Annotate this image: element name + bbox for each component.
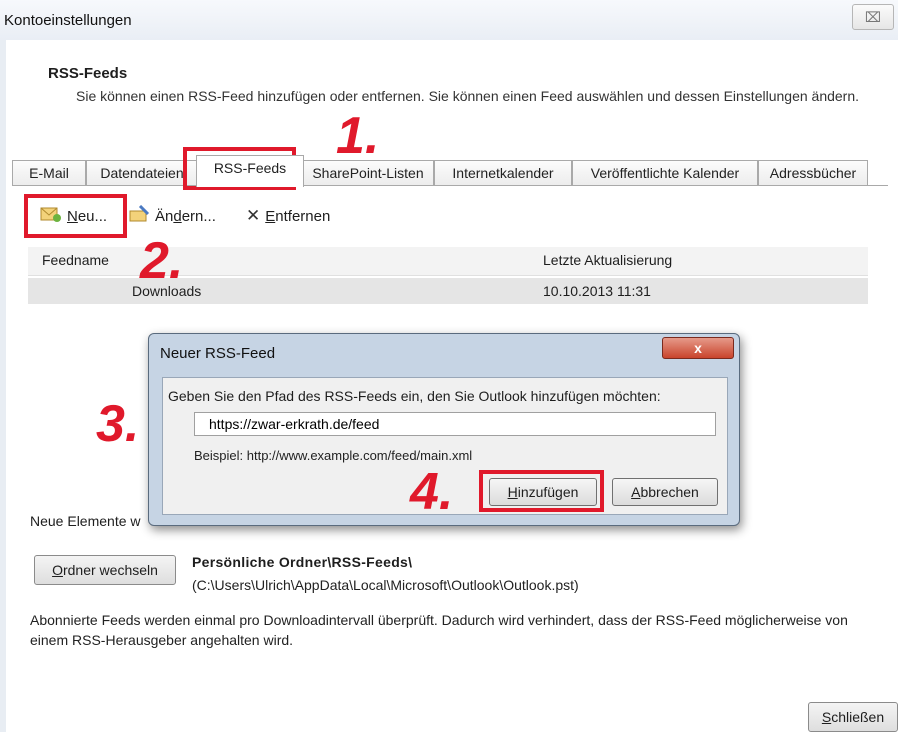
tab-internet-calendars[interactable]: Internetkalender — [434, 160, 572, 186]
change-access-key: d — [173, 207, 182, 225]
column-header-feedname[interactable]: Feedname — [42, 252, 109, 268]
close-access-key: S — [821, 709, 832, 725]
change-label: ern... — [181, 207, 216, 225]
add-label: inzufügen — [517, 484, 579, 500]
tab-data-files[interactable]: Datendateien — [86, 160, 198, 186]
annotation-step-2: 2. — [140, 232, 184, 290]
window-left-border — [0, 40, 6, 732]
cancel-label: bbrechen — [640, 484, 699, 500]
tab-divider — [12, 185, 888, 186]
cancel-button[interactable]: Abbrechen — [612, 478, 718, 506]
annotation-step-1: 1. — [336, 107, 380, 165]
change-folder-label: rdner wechseln — [62, 562, 158, 578]
column-header-last-update[interactable]: Letzte Aktualisierung — [543, 252, 672, 268]
remove-access-key: E — [265, 207, 276, 225]
delivery-folder-path: (C:\Users\Ulrich\AppData\Local\Microsoft… — [192, 577, 579, 593]
info-text: Abonnierte Feeds werden einmal pro Downl… — [30, 612, 848, 648]
annotation-step-4: 4. — [410, 463, 454, 521]
tab-published-calendars[interactable]: Veröffentlichte Kalender — [572, 160, 758, 186]
tab-rss-feeds[interactable]: RSS-Feeds — [196, 155, 304, 187]
add-access-key: H — [507, 484, 518, 500]
dialog-prompt: Geben Sie den Pfad des RSS-Feeds ein, de… — [168, 388, 661, 404]
tab-address-books[interactable]: Adressbücher — [758, 160, 868, 186]
change-folder-button[interactable]: Ordner wechseln — [34, 555, 176, 585]
change-feed-button[interactable]: Ändern... — [128, 203, 216, 229]
delete-x-icon: ✕ — [246, 206, 261, 225]
remove-label: ntfernen — [275, 207, 331, 225]
new-label: eu... — [77, 207, 108, 225]
section-title: RSS-Feeds — [48, 65, 128, 82]
delivery-folder-name: Persönliche Ordner\RSS-Feeds\ — [192, 554, 413, 570]
window-titlebar — [0, 0, 898, 40]
window-title: Kontoeinstellungen — [4, 12, 132, 29]
new-feed-icon — [40, 205, 62, 227]
new-feed-button[interactable]: Neu... — [40, 203, 107, 229]
change-feed-icon — [128, 204, 150, 227]
new-access-key: N — [67, 207, 78, 225]
dialog-title: Neuer RSS-Feed — [160, 345, 276, 362]
section-description: Sie können einen RSS-Feed hinzufügen ode… — [76, 88, 860, 104]
feed-updated-cell: 10.10.2013 11:31 — [543, 283, 651, 299]
dialog-close-button[interactable]: x — [662, 337, 734, 359]
example-text: Beispiel: http://www.example.com/feed/ma… — [194, 448, 473, 463]
annotation-step-3: 3. — [96, 395, 140, 453]
tab-email[interactable]: E-Mail — [12, 160, 86, 186]
feed-url-input[interactable] — [194, 412, 716, 436]
add-button[interactable]: Hinzufügen — [489, 478, 597, 506]
remove-feed-button[interactable]: ✕ Entfernen — [246, 203, 330, 229]
change-folder-access-key: O — [52, 562, 63, 578]
close-button[interactable]: Schließen — [808, 702, 898, 732]
new-items-label: Neue Elemente w — [30, 513, 141, 529]
close-label: chließen — [831, 709, 885, 725]
window-close-button[interactable]: ⌧ — [852, 4, 894, 30]
change-label-prefix: Än — [155, 207, 174, 225]
